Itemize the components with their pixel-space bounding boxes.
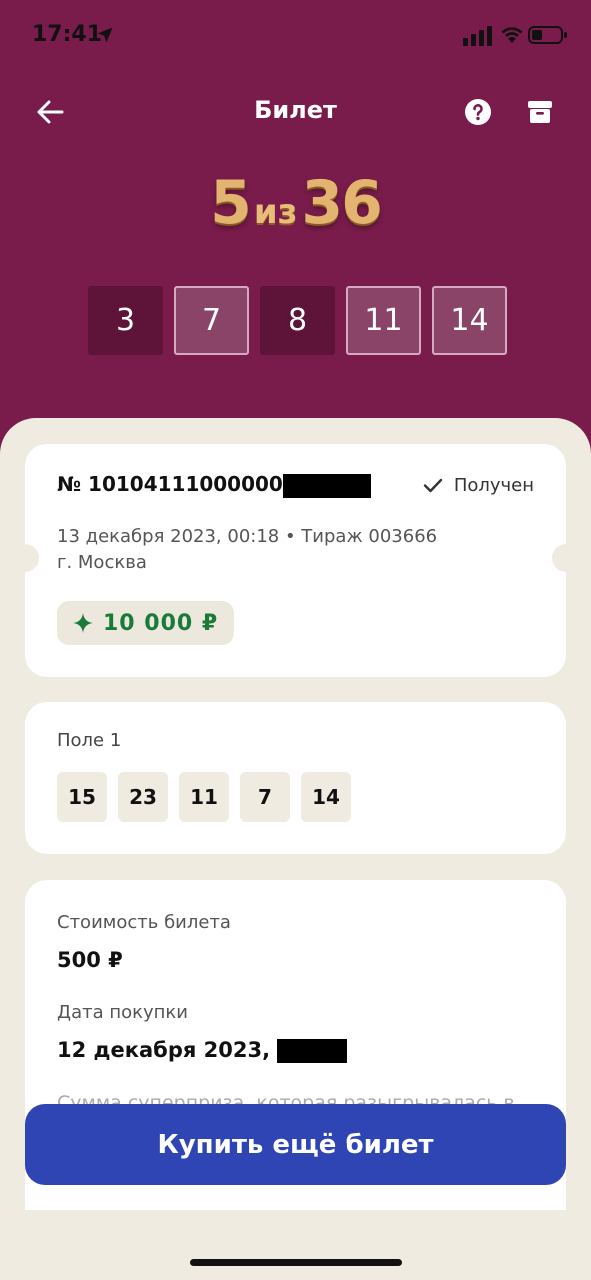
draw-number: 14 <box>432 286 507 355</box>
redacted-block <box>282 473 371 498</box>
ticket-status: Получен <box>422 474 534 496</box>
win-amount: 10 000 ₽ <box>103 610 219 636</box>
page-title: Билет <box>254 96 337 124</box>
purchase-date-value: 12 декабря 2023, <box>57 1038 348 1063</box>
field-number: 23 <box>118 772 168 822</box>
field-number: 15 <box>57 772 107 822</box>
draw-result-numbers: 3 7 8 11 14 <box>88 286 507 355</box>
purchase-date-label: Дата покупки <box>57 1002 188 1023</box>
cellular-signal-icon <box>463 26 492 46</box>
field-numbers: 15 23 11 7 14 <box>57 772 351 822</box>
wifi-icon <box>501 27 523 43</box>
lottery-logo: 5 из36 <box>0 168 591 238</box>
ticket-status-label: Получен <box>453 474 534 496</box>
location-arrow-icon <box>97 27 113 43</box>
ticket-city: г. Москва <box>57 552 147 573</box>
field-number: 7 <box>240 772 290 822</box>
price-label: Стоимость билета <box>57 912 231 933</box>
field-card: Поле 1 15 23 11 7 14 <box>25 702 566 854</box>
logo-number-first: 5 <box>210 168 252 238</box>
sparkle-icon <box>73 613 93 633</box>
field-number: 11 <box>179 772 229 822</box>
check-icon <box>423 478 443 493</box>
field-number: 14 <box>301 772 351 822</box>
ticket-notch <box>11 544 39 572</box>
archive-icon[interactable] <box>526 98 554 126</box>
home-indicator <box>190 1259 402 1266</box>
ticket-number: № 10104111000000 <box>57 472 371 498</box>
draw-number: 7 <box>174 286 249 355</box>
logo-number-last: 36 <box>301 168 382 238</box>
ticket-card: № 10104111000000 Получен 13 декабря 2023… <box>11 444 580 677</box>
status-time: 17:41 <box>32 22 103 47</box>
draw-number: 8 <box>260 286 335 355</box>
purchase-date-text: 12 декабря 2023, <box>57 1038 271 1062</box>
price-value: 500 ₽ <box>57 948 123 972</box>
ticket-date-draw: 13 декабря 2023, 00:18 • Тираж 003666 <box>57 526 438 547</box>
top-bar: Билет <box>0 84 591 140</box>
logo-word: из <box>253 192 298 232</box>
status-bar: 17:41 <box>0 0 591 72</box>
ticket-notch <box>552 544 580 572</box>
help-icon[interactable] <box>464 98 492 126</box>
ticket-number-text: № 10104111000000 <box>57 472 283 496</box>
redacted-block <box>277 1039 348 1063</box>
battery-icon <box>528 26 567 44</box>
draw-number: 11 <box>346 286 421 355</box>
draw-number: 3 <box>88 286 163 355</box>
field-label: Поле 1 <box>57 730 122 751</box>
buy-another-ticket-button[interactable]: Купить ещё билет <box>25 1104 566 1185</box>
win-amount-badge: 10 000 ₽ <box>57 601 235 645</box>
